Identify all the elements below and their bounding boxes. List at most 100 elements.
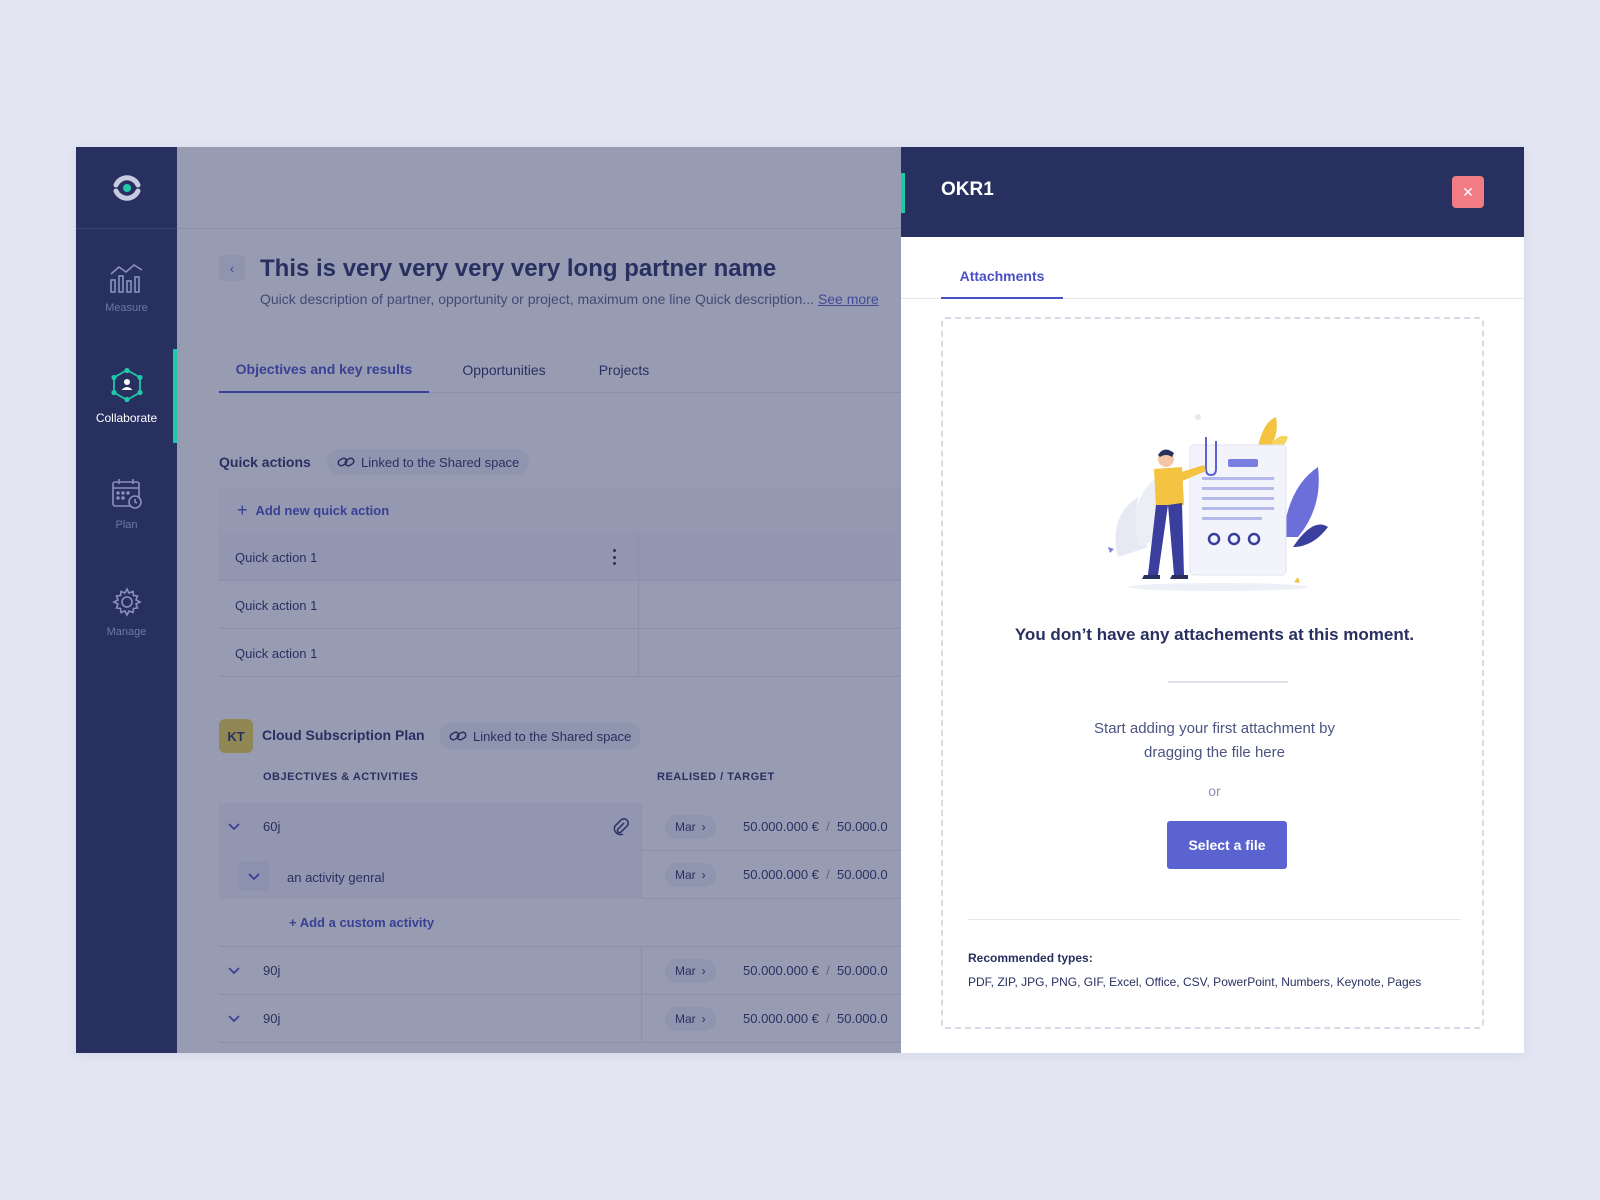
chevron-left-icon: ‹ xyxy=(229,260,235,276)
month-selector[interactable]: Mar › xyxy=(665,1007,716,1031)
plan-name: Cloud Subscription Plan xyxy=(262,727,425,743)
add-quick-action-button[interactable]: + Add new quick action xyxy=(219,487,919,533)
realised-target: 50.000.000 € / 50.000.0 xyxy=(743,819,888,834)
quick-action-row[interactable]: Quick action 1 xyxy=(219,629,919,677)
description-text: Quick description of partner, opportunit… xyxy=(260,291,815,307)
panel-tab-bar: Attachments xyxy=(901,237,1524,299)
kebab-menu-icon[interactable] xyxy=(613,549,617,565)
table-row[interactable]: an activity genral Mar › 50.000.000 € / 5… xyxy=(219,851,919,899)
recommended-types-list: PDF, ZIP, JPG, PNG, GIF, Excel, Office, … xyxy=(968,975,1422,989)
page-title: This is very very very very long partner… xyxy=(260,255,777,282)
panel-accent-bar xyxy=(901,173,905,213)
sidebar-item-label: Plan xyxy=(115,519,138,531)
app-window: Measure Collaborate Plan Manage ‹ This i… xyxy=(76,147,1524,1053)
or-text: or xyxy=(1208,783,1221,799)
sidebar-item-label: Collaborate xyxy=(95,411,158,425)
sidebar: Measure Collaborate Plan Manage xyxy=(76,147,177,1053)
hint-line-2: dragging the file here xyxy=(1144,744,1285,761)
chevron-down-icon[interactable] xyxy=(227,963,241,977)
main-content: ‹ This is very very very very long partn… xyxy=(177,147,1002,1053)
divider xyxy=(1168,681,1288,683)
realised-value: 50.000.000 € xyxy=(743,1011,819,1026)
month-label: Mar xyxy=(675,868,696,882)
calendar-icon xyxy=(111,479,142,509)
realised-target: 50.000.000 € / 50.000.0 xyxy=(743,963,888,978)
quick-actions-label: Quick actions xyxy=(219,454,311,470)
add-custom-activity-link[interactable]: + Add a custom activity xyxy=(289,915,434,930)
chart-icon xyxy=(109,264,142,293)
chip-label: Linked to the Shared space xyxy=(361,454,520,470)
realised-value: 50.000.000 € xyxy=(743,963,819,978)
sidebar-item-measure[interactable]: Measure xyxy=(76,243,177,333)
chevron-down-icon[interactable] xyxy=(227,1011,241,1025)
linked-shared-space-chip[interactable]: Linked to the Shared space xyxy=(439,723,642,749)
month-selector[interactable]: Mar › xyxy=(665,815,716,839)
empty-state-hint: Start adding your first attachment by dr… xyxy=(943,717,1486,765)
empty-state-title: You don’t have any attachements at this … xyxy=(1014,625,1415,644)
add-custom-activity-row: + Add a custom activity xyxy=(219,899,919,947)
tab-opportunities[interactable]: Opportunities xyxy=(449,347,559,393)
app-logo[interactable] xyxy=(76,147,177,229)
month-label: Mar xyxy=(675,1012,696,1026)
tab-objectives[interactable]: Objectives and key results xyxy=(219,347,429,393)
separator: / xyxy=(826,1011,830,1026)
close-icon: ✕ xyxy=(1462,183,1474,200)
separator: / xyxy=(826,963,830,978)
link-icon xyxy=(337,457,355,467)
collaborate-icon xyxy=(110,367,143,403)
month-selector[interactable]: Mar › xyxy=(665,959,716,983)
chevron-down-icon[interactable] xyxy=(227,819,241,833)
realised-target: 50.000.000 € / 50.000.0 xyxy=(743,1011,888,1026)
sidebar-item-collaborate[interactable]: Collaborate xyxy=(76,351,177,441)
table-row[interactable]: 90j Mar › 50.000.000 € / 50.000.0 xyxy=(219,947,919,995)
quick-action-row[interactable]: Quick action 1 xyxy=(219,533,919,581)
table-row[interactable]: 90j Mar › 50.000.000 € / 50.000.0 xyxy=(219,995,919,1043)
target-value: 50.000.0 xyxy=(837,1011,888,1026)
chip-label: Linked to the Shared space xyxy=(473,728,632,744)
add-quick-action-label: Add new quick action xyxy=(255,502,390,518)
okr-name: 60j xyxy=(263,819,281,834)
separator: / xyxy=(826,819,830,834)
sidebar-item-manage[interactable]: Manage xyxy=(76,567,177,657)
hint-line-1: Start adding your first attachment by xyxy=(1094,720,1335,737)
chevron-right-icon: › xyxy=(701,868,706,882)
panel-header: OKR1 ✕ xyxy=(901,147,1524,237)
document-illustration-icon xyxy=(1108,414,1328,591)
separator: / xyxy=(826,867,830,882)
target-value: 50.000.0 xyxy=(837,963,888,978)
see-more-link[interactable]: See more xyxy=(818,291,879,307)
quick-action-name: Quick action 1 xyxy=(235,549,318,565)
realised-value: 50.000.000 € xyxy=(743,819,819,834)
chevron-down-icon[interactable] xyxy=(247,869,261,883)
close-button[interactable]: ✕ xyxy=(1452,176,1484,208)
table-row[interactable]: 60j Mar › 50.000.000 € / 50.000.0 xyxy=(219,803,919,851)
divider xyxy=(968,919,1461,920)
month-label: Mar xyxy=(675,964,696,978)
paperclip-icon[interactable] xyxy=(613,818,629,836)
recommended-types-label: Recommended types: xyxy=(968,951,1093,965)
chevron-right-icon: › xyxy=(701,1012,706,1026)
attachments-panel: OKR1 ✕ Attachments You don’t have any at… xyxy=(901,147,1524,1053)
select-file-button[interactable]: Select a file xyxy=(1167,821,1287,869)
activity-name: an activity genral xyxy=(287,870,385,885)
sidebar-item-plan[interactable]: Plan xyxy=(76,459,177,549)
linked-shared-space-chip[interactable]: Linked to the Shared space xyxy=(327,449,530,475)
target-value: 50.000.0 xyxy=(837,867,888,882)
quick-action-row[interactable]: Quick action 1 xyxy=(219,581,919,629)
chevron-right-icon: › xyxy=(701,964,706,978)
target-value: 50.000.0 xyxy=(837,819,888,834)
tab-attachments[interactable]: Attachments xyxy=(941,255,1063,299)
column-header-realised: REALISED / TARGET xyxy=(657,771,775,783)
back-button[interactable]: ‹ xyxy=(219,255,245,281)
top-bar xyxy=(177,147,901,229)
quick-action-name: Quick action 1 xyxy=(235,645,318,661)
month-selector[interactable]: Mar › xyxy=(665,863,716,887)
chevron-right-icon: › xyxy=(701,820,706,834)
okr-name: 90j xyxy=(263,1011,281,1026)
tab-projects[interactable]: Projects xyxy=(579,347,669,393)
plus-icon: + xyxy=(237,499,248,520)
logo-icon xyxy=(113,174,140,201)
month-label: Mar xyxy=(675,820,696,834)
plan-badge: KT xyxy=(219,719,253,753)
file-dropzone[interactable]: You don’t have any attachements at this … xyxy=(941,317,1484,1029)
